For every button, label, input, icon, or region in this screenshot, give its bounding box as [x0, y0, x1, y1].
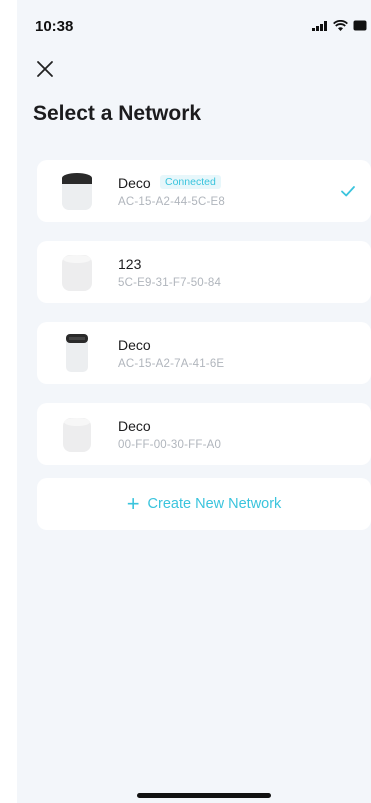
network-card[interactable]: Deco 00-FF-00-30-FF-A0: [37, 403, 371, 465]
deco-device-icon: [66, 334, 88, 372]
battery-icon: [353, 20, 367, 31]
page-title: Select a Network: [33, 102, 202, 125]
status-bar: 10:38: [17, 0, 371, 48]
network-name: Deco: [118, 175, 151, 191]
deco-device-icon: [63, 418, 91, 452]
plus-icon: +: [126, 491, 140, 516]
wifi-icon: [333, 20, 348, 31]
home-indicator: [137, 793, 271, 798]
network-mac: 5C-E9-31-F7-50-84: [118, 277, 222, 289]
network-name: Deco: [118, 418, 151, 434]
close-button[interactable]: [33, 57, 57, 81]
network-card[interactable]: Deco AC-15-A2-7A-41-6E: [37, 322, 371, 384]
network-list: Deco Connected AC-15-A2-44-5C-E8 123 5C-…: [37, 160, 371, 484]
signal-icon: [312, 20, 327, 31]
check-icon: [341, 186, 355, 197]
connected-badge: Connected: [160, 175, 221, 189]
network-card[interactable]: Deco Connected AC-15-A2-44-5C-E8: [37, 160, 371, 222]
create-network-label: Create New Network: [147, 496, 282, 512]
network-mac: 00-FF-00-30-FF-A0: [118, 439, 222, 451]
network-mac: AC-15-A2-44-5C-E8: [118, 196, 225, 208]
deco-device-icon: [62, 255, 92, 291]
deco-device-icon: [62, 173, 92, 210]
create-network-button[interactable]: + Create New Network: [37, 478, 371, 530]
app-screen: 10:38 Select a Network Deco Connected AC…: [17, 0, 371, 803]
network-name: Deco: [118, 337, 151, 353]
network-card[interactable]: 123 5C-E9-31-F7-50-84: [37, 241, 371, 303]
close-icon: [37, 61, 53, 77]
network-mac: AC-15-A2-7A-41-6E: [118, 358, 225, 370]
network-name: 123: [118, 256, 142, 272]
status-icons: [312, 20, 367, 31]
status-time: 10:38: [35, 18, 74, 35]
